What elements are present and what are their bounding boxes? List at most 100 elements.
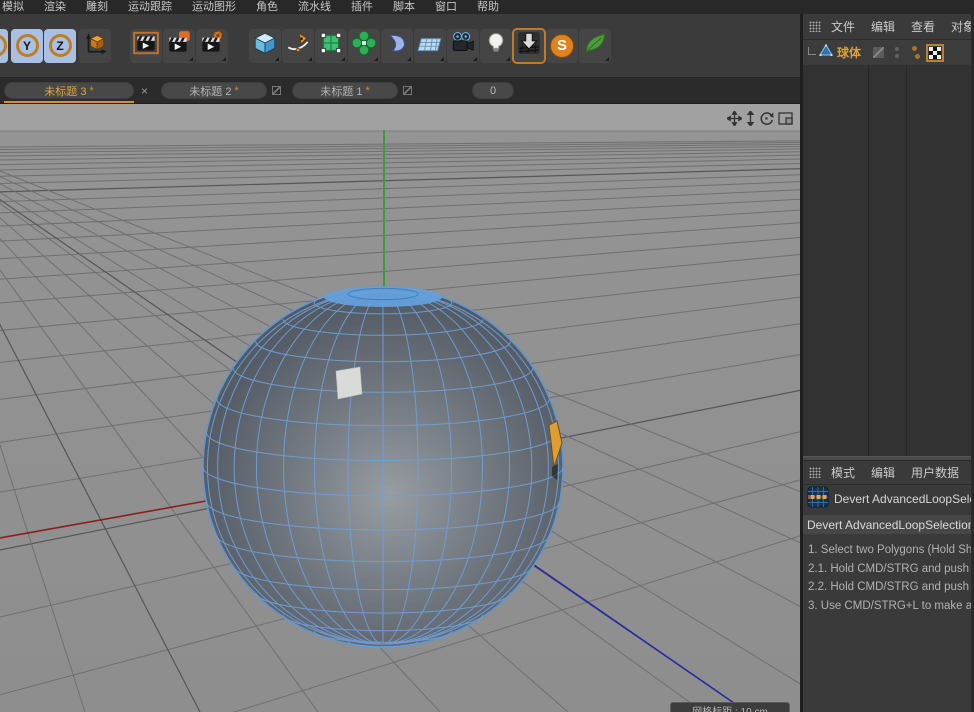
om-menu-object[interactable]: 对象 (943, 18, 971, 35)
add-camera-button[interactable] (447, 28, 479, 63)
y-axis-icon: Y (15, 34, 39, 57)
plugin-title: Devert AdvancedLoopSelection (834, 492, 971, 506)
add-mograph-button[interactable] (348, 28, 380, 63)
add-subdivision-surface-button[interactable] (315, 28, 347, 63)
om-menu-file[interactable]: 文件 (823, 18, 863, 35)
coordinate-system-icon (82, 30, 108, 61)
menu-simulate[interactable]: 模拟 (0, 0, 34, 14)
am-menu-edit[interactable]: 编辑 (863, 464, 903, 481)
panel-grip-icon[interactable] (809, 467, 821, 478)
column-divider (906, 40, 907, 456)
tab-untitled-1[interactable]: 未标题 1 * (292, 82, 399, 99)
add-vegetation-button[interactable] (579, 28, 611, 63)
toolbar: Y Z S (0, 14, 800, 78)
grid-spacing-tooltip: 网格标距 : 10 cm (670, 702, 790, 712)
tab-detach-icon[interactable] (403, 86, 413, 95)
render-view-button[interactable] (130, 28, 162, 63)
selection-tag[interactable] (926, 44, 944, 62)
modified-star: * (365, 84, 370, 97)
cube-icon (252, 30, 278, 61)
light-bulb-icon (483, 30, 509, 61)
object-tree: 球体 (803, 40, 971, 456)
plugin-instructions: 1. Select two Polygons (Hold Sh 2.1. Hol… (803, 534, 971, 615)
layer-counter-pill[interactable]: 0 (472, 82, 515, 99)
pan-icon[interactable] (727, 111, 742, 126)
camera-icon (450, 30, 476, 61)
active-tab-underline (4, 101, 134, 103)
menu-mograph[interactable]: 运动图形 (182, 0, 246, 14)
section-header-label: Devert AdvancedLoopSelection (807, 517, 971, 532)
menu-motion-tracking[interactable]: 运动跟踪 (118, 0, 182, 14)
render-picture-viewer-button[interactable] (163, 28, 195, 63)
sketch-toon-button[interactable]: S (546, 28, 578, 63)
render-settings-button[interactable] (196, 28, 228, 63)
menu-character[interactable]: 角色 (246, 0, 288, 14)
attribute-manager-empty (803, 615, 971, 712)
viewport[interactable]: 网格标距 : 10 cm (0, 104, 800, 712)
panel-grip-icon[interactable] (809, 21, 821, 32)
coordinate-system-button[interactable] (79, 28, 111, 63)
object-manager-menubar: 文件 编辑 查看 对象 (803, 14, 971, 40)
menu-render[interactable]: 渲染 (34, 0, 76, 14)
layer-swatch[interactable] (873, 47, 884, 58)
add-floor-button[interactable] (414, 28, 446, 63)
add-light-button[interactable] (480, 28, 512, 63)
menubar: 模拟 渲染 雕刻 运动跟踪 运动图形 角色 流水线 插件 脚本 窗口 帮助 (0, 0, 974, 14)
om-menu-view[interactable]: 查看 (903, 18, 943, 35)
menu-help[interactable]: 帮助 (467, 0, 509, 14)
deformer-icon (384, 30, 410, 61)
modified-star: * (234, 84, 239, 97)
add-spline-button[interactable] (282, 28, 314, 63)
menu-window[interactable]: 窗口 (425, 0, 467, 14)
render-visibility-dots[interactable] (912, 46, 920, 59)
grid-spacing-label: 网格标距 : 10 cm (692, 706, 768, 712)
document-tabbar: 未标题 3 * × 未标题 2 * 未标题 1 * 0 (0, 78, 800, 104)
modified-star: * (89, 84, 94, 97)
z-axis-lock-button[interactable]: Z (44, 28, 76, 63)
instruction-line: 3. Use CMD/STRG+L to make a (808, 599, 971, 612)
subdivision-cube-icon (318, 30, 344, 61)
zoom-icon[interactable] (746, 111, 755, 126)
mograph-clover-icon (351, 30, 377, 61)
add-cube-button[interactable] (249, 28, 281, 63)
sphere-object[interactable] (202, 286, 564, 648)
c4d-window: 模拟 渲染 雕刻 运动跟踪 运动图形 角色 流水线 插件 脚本 窗口 帮助 Y … (0, 0, 974, 712)
add-deformer-button[interactable] (381, 28, 413, 63)
instruction-line: 2.2. Hold CMD/STRG and push l (808, 581, 971, 593)
menu-pipeline[interactable]: 流水线 (288, 0, 341, 14)
tab-close-button[interactable]: × (141, 85, 148, 97)
floor-grid-icon (417, 30, 443, 61)
tab-label: 未标题 2 (189, 85, 232, 98)
render-settings-icon (198, 29, 226, 62)
om-menu-edit[interactable]: 编辑 (863, 18, 903, 35)
menu-script[interactable]: 脚本 (383, 0, 425, 14)
plugin-icon (807, 486, 829, 513)
tab-untitled-2[interactable]: 未标题 2 * (161, 82, 268, 99)
maximize-view-icon[interactable] (778, 112, 793, 125)
sketch-toon-icon: S (550, 33, 574, 58)
menu-plugins[interactable]: 插件 (341, 0, 383, 14)
x-axis-lock-button[interactable] (0, 28, 8, 63)
am-menu-userdata[interactable]: 用户数据 (903, 464, 967, 481)
gravity-arrow-icon (516, 30, 542, 61)
visibility-dots[interactable] (895, 47, 899, 58)
add-gravity-button[interactable] (512, 27, 546, 64)
pen-icon (285, 30, 311, 61)
am-menu-mode[interactable]: 模式 (823, 464, 863, 481)
tree-elbow (808, 46, 816, 55)
leaf-icon (582, 30, 608, 61)
rotate-icon[interactable] (759, 111, 774, 126)
instruction-line: 1. Select two Polygons (Hold Sh (808, 544, 971, 556)
counter-label: 0 (489, 84, 497, 97)
viewport-nav (727, 111, 793, 126)
tab-untitled-3[interactable]: 未标题 3 * (4, 82, 134, 99)
menu-sculpt[interactable]: 雕刻 (76, 0, 118, 14)
sphere-object-icon[interactable] (819, 43, 833, 62)
tab-detach-icon[interactable] (272, 86, 282, 95)
object-row-sphere[interactable]: 球体 (803, 40, 971, 65)
y-axis-lock-button[interactable]: Y (11, 28, 43, 63)
object-name[interactable]: 球体 (837, 44, 861, 61)
section-header[interactable]: Devert AdvancedLoopSelection (803, 515, 971, 534)
tab-label: 未标题 1 (320, 85, 363, 98)
viewport-canvas[interactable] (0, 104, 800, 712)
